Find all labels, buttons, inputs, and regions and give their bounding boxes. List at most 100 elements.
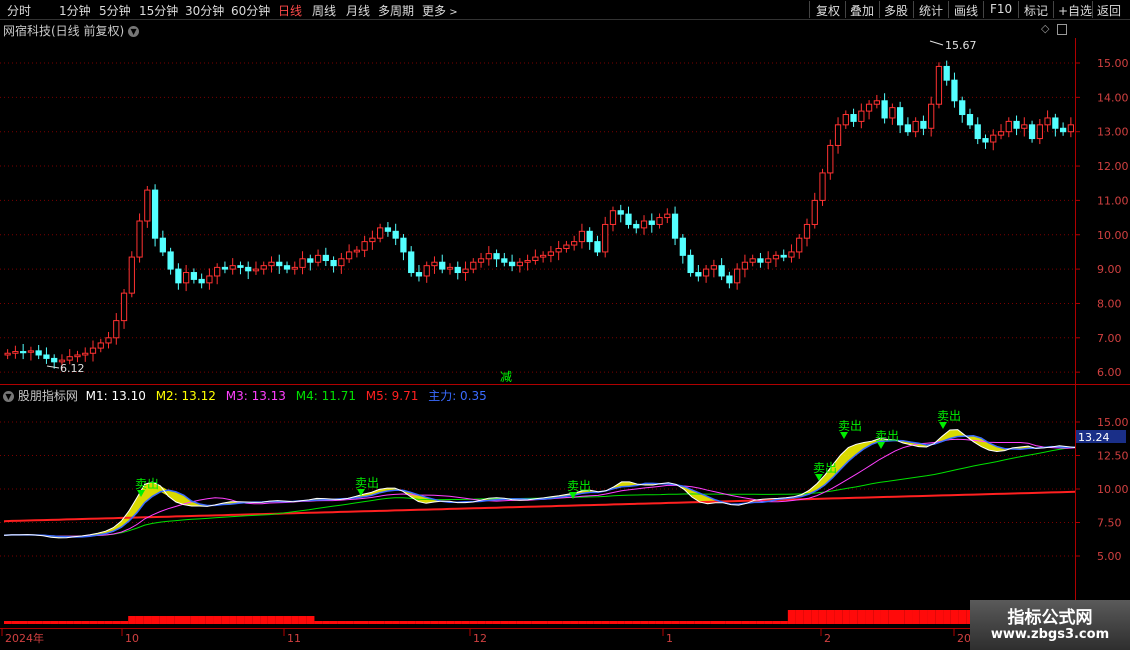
histogram-bar (446, 621, 455, 624)
histogram-bar (547, 621, 556, 624)
histogram-bar (159, 616, 167, 624)
histogram-bar (469, 621, 478, 624)
histogram-bar (151, 616, 160, 624)
candle-body (206, 275, 213, 284)
histogram-bar (523, 621, 532, 624)
candle-body (314, 254, 322, 263)
histogram-bar (663, 621, 672, 624)
histogram-bar (958, 610, 967, 624)
candle-body (508, 261, 516, 267)
candle-body (408, 251, 415, 274)
histogram-bar (539, 621, 548, 624)
candle-body (151, 189, 159, 239)
histogram-bar (423, 621, 431, 624)
candle-body (66, 356, 73, 361)
candle-body (35, 350, 42, 356)
candle-body (12, 351, 19, 354)
histogram-bar (780, 621, 788, 624)
histogram-bar (865, 610, 874, 624)
kline-chart[interactable]: 卖出 卖出 卖出卖出卖出卖出卖出 15.0014.0013.0012.0011.00… (0, 0, 1130, 650)
candle-body (43, 354, 50, 359)
candle-body (485, 253, 492, 260)
watermark-title: 指标公式网 (1007, 608, 1093, 628)
histogram-bar (283, 616, 292, 624)
candle-body (865, 103, 873, 112)
candle-body (873, 100, 880, 105)
candle-body (245, 266, 252, 272)
histogram-bar (477, 621, 486, 624)
candle-body (578, 230, 586, 243)
histogram-bar (438, 621, 447, 624)
histogram-bar (741, 621, 750, 624)
histogram-bar (826, 610, 835, 624)
candle-body (190, 272, 198, 280)
candle-body (780, 254, 787, 258)
histogram-bar (461, 621, 470, 624)
candle-body (283, 265, 291, 270)
time-tick-label: 1 (666, 632, 673, 645)
candle-body (920, 120, 927, 129)
candle-body (229, 265, 236, 270)
candle-body (237, 265, 244, 268)
histogram-bar (190, 616, 199, 624)
sell-signal-label: 卖出 (937, 409, 961, 423)
time-tick-label: 12 (473, 632, 487, 645)
candle-body (369, 237, 376, 243)
histogram-bar (601, 621, 610, 624)
histogram-bar (291, 616, 299, 624)
indicator-tick-label: 15.00 (1097, 416, 1129, 429)
histogram-bar (508, 621, 517, 624)
candle-body (51, 357, 58, 363)
candle-body (990, 134, 997, 143)
candle-body (423, 265, 430, 277)
histogram-bar (198, 616, 206, 624)
candle-body (167, 251, 174, 270)
candle-body (819, 172, 826, 201)
candle-body (803, 223, 811, 239)
histogram-bar (632, 621, 641, 624)
histogram-bar (135, 616, 144, 624)
candle-body (586, 230, 593, 243)
time-tick-label: 10 (125, 632, 139, 645)
histogram-bar (586, 621, 594, 624)
histogram-bar (725, 621, 734, 624)
histogram-bar (143, 616, 152, 624)
candle-body (718, 265, 725, 277)
candle-body (951, 79, 958, 102)
time-tick-label: 20 (957, 632, 971, 645)
candle-body (1052, 117, 1059, 129)
candle-body (1028, 124, 1036, 140)
candle-body (633, 223, 640, 229)
candle-body (439, 261, 446, 270)
candle-body (493, 253, 500, 260)
histogram-bar (787, 610, 796, 624)
high-price-label: 15.67 (945, 39, 977, 52)
histogram-bar (834, 610, 843, 624)
sell-signal-label: 卖出 (567, 479, 591, 493)
candle-body (602, 223, 609, 253)
candle-body (477, 258, 485, 263)
time-tick-label: 11 (287, 632, 301, 645)
histogram (4, 610, 1075, 624)
histogram-bar (430, 621, 439, 624)
histogram-bar (236, 616, 245, 624)
histogram-bar (764, 621, 773, 624)
candle-body (741, 261, 749, 270)
histogram-bar (617, 621, 625, 624)
candle-body (547, 251, 555, 256)
candle-body (260, 265, 267, 270)
candle-body (702, 268, 710, 277)
candle-body (384, 227, 392, 232)
histogram-bar (27, 621, 36, 624)
histogram-bar (50, 621, 59, 624)
candle-body (897, 107, 904, 126)
histogram-bar (842, 610, 850, 624)
price-tick-label: 11.00 (1097, 194, 1129, 207)
histogram-bar (943, 610, 951, 624)
candle-body (299, 258, 306, 268)
candle-body (214, 266, 221, 277)
histogram-bar (267, 616, 276, 624)
histogram-bar (718, 621, 726, 624)
candle-body (392, 230, 399, 239)
candle-body (501, 258, 508, 263)
